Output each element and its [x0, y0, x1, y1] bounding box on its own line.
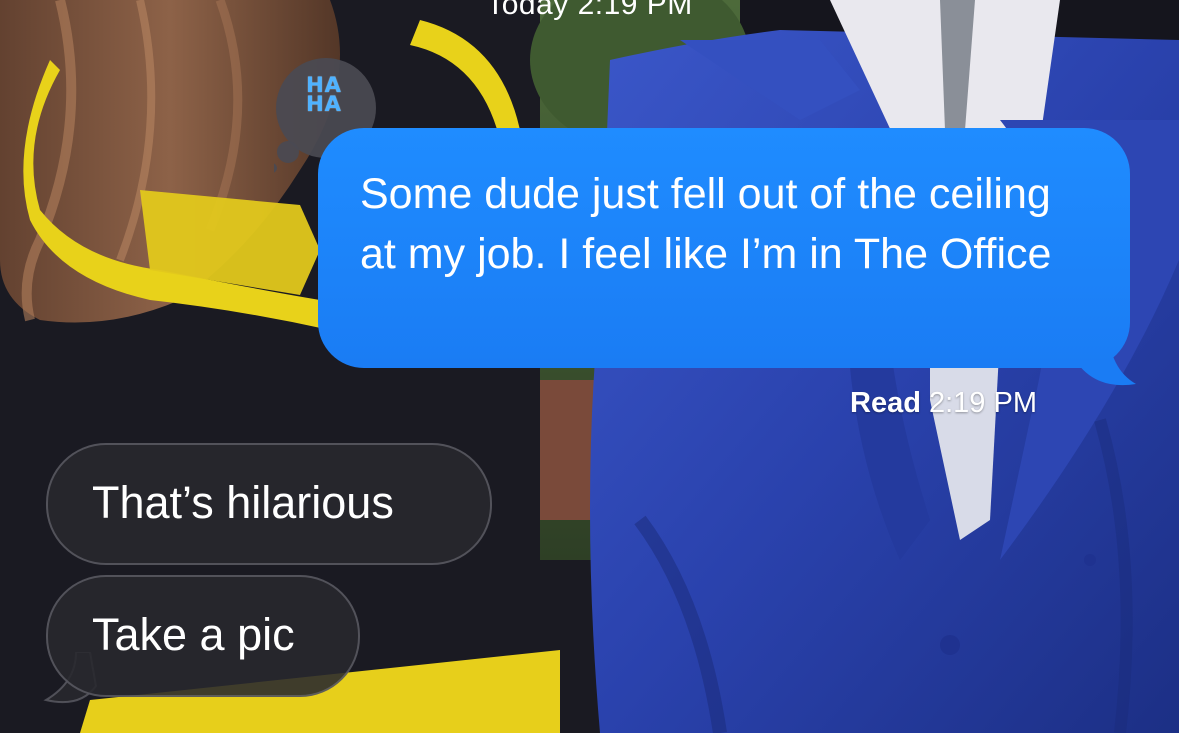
outgoing-message-bubble: Some dude just fell out of the ceiling a… — [318, 128, 1130, 368]
incoming-message[interactable]: That’s hilarious — [46, 443, 492, 565]
read-receipt-time: 2:19 PM — [928, 387, 1037, 419]
read-receipt-label: Read — [850, 387, 921, 419]
haha-tapback-icon: HA HA — [306, 73, 342, 116]
outgoing-message[interactable]: Some dude just fell out of the ceiling a… — [318, 128, 1136, 390]
read-receipt: Read 2:19 PM — [850, 387, 1037, 420]
incoming-message[interactable]: Take a pic — [46, 575, 360, 697]
conversation-timestamp: Today 2:19 PM — [486, 0, 693, 21]
